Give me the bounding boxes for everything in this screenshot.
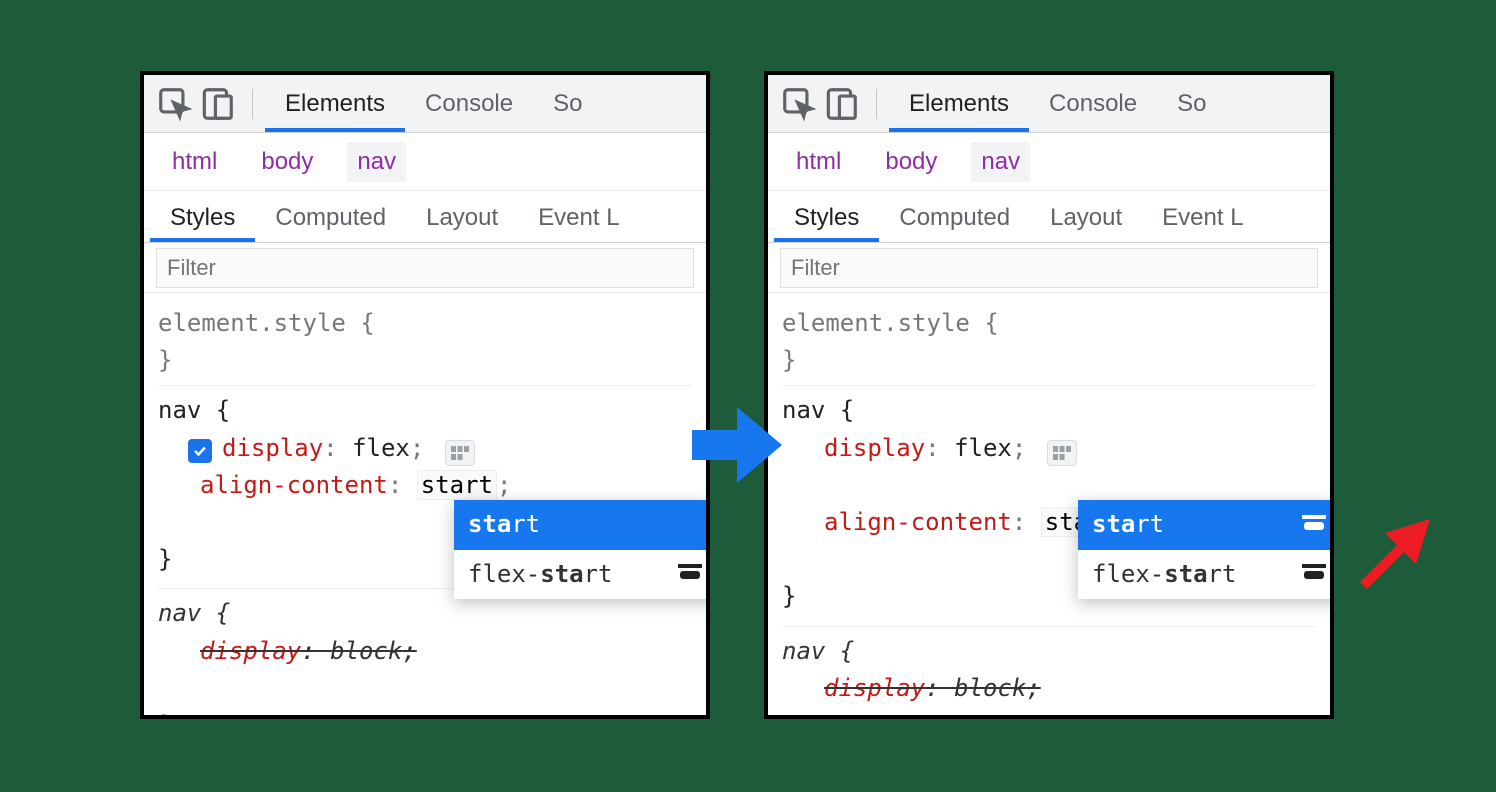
subtab-computed[interactable]: Computed <box>255 194 406 242</box>
nav-override-selector: nav { <box>782 637 854 665</box>
close-brace-override: } <box>158 711 172 719</box>
crumb-nav[interactable]: nav <box>971 142 1030 182</box>
tab-sources-partial[interactable]: So <box>533 76 602 132</box>
toolbar-divider <box>876 89 877 119</box>
dropdown-item-flex-start[interactable]: flex-start <box>454 550 710 599</box>
tab-console[interactable]: Console <box>1029 76 1157 132</box>
tab-elements[interactable]: Elements <box>265 76 405 132</box>
display-property[interactable]: display <box>222 434 323 462</box>
filter-row <box>144 243 706 293</box>
close-brace-nav: } <box>782 582 796 610</box>
subtab-styles[interactable]: Styles <box>150 194 255 242</box>
subtab-event-listeners[interactable]: Event L <box>518 194 639 242</box>
styles-subtabs: Styles Computed Layout Event L <box>144 191 706 243</box>
align-content-property[interactable]: align-content <box>200 471 388 499</box>
display-property[interactable]: display <box>824 434 925 462</box>
subtab-layout[interactable]: Layout <box>406 194 518 242</box>
autocomplete-dropdown: start flex-start <box>454 500 710 598</box>
override-display-value: block <box>954 674 1026 702</box>
devtools-panel-left: Elements Console So html body nav Styles… <box>140 71 710 719</box>
device-toggle-icon[interactable] <box>822 85 860 123</box>
element-style-selector: element.style { <box>158 309 375 337</box>
filter-row <box>768 243 1330 293</box>
nav-override-selector: nav { <box>158 599 230 627</box>
display-value[interactable]: flex <box>352 434 410 462</box>
arrow-callout-icon <box>1345 507 1435 597</box>
dropdown-item-start[interactable]: start <box>1078 500 1334 549</box>
display-value[interactable]: flex <box>954 434 1012 462</box>
arrow-right-icon <box>687 395 787 495</box>
element-style-selector: element.style { <box>782 309 999 337</box>
breadcrumb: html body nav <box>144 133 706 191</box>
close-brace-nav: } <box>158 545 172 573</box>
subtab-computed[interactable]: Computed <box>879 194 1030 242</box>
align-content-property[interactable]: align-content <box>824 508 1012 536</box>
override-display-property: display <box>200 637 301 665</box>
styles-rules: element.style { } nav { display: flex; a… <box>144 293 706 719</box>
align-start-icon <box>678 564 702 584</box>
filter-input[interactable] <box>156 248 694 288</box>
rule-nav-override[interactable]: nav { display: block; } <box>158 589 692 719</box>
inspect-icon[interactable] <box>780 85 818 123</box>
inspect-icon[interactable] <box>156 85 194 123</box>
breadcrumb: html body nav <box>768 133 1330 191</box>
align-start-icon <box>1302 515 1326 535</box>
property-checkbox[interactable] <box>188 439 212 463</box>
toolbar-divider <box>252 89 253 119</box>
autocomplete-dropdown: start flex-start <box>1078 500 1334 598</box>
tab-elements[interactable]: Elements <box>889 76 1029 132</box>
tab-console[interactable]: Console <box>405 76 533 132</box>
close-brace: } <box>158 346 172 374</box>
close-brace: } <box>782 346 796 374</box>
dropdown-item-start[interactable]: start <box>454 500 710 549</box>
crumb-body[interactable]: body <box>875 142 947 182</box>
align-content-value[interactable]: start <box>417 470 497 500</box>
rule-nav-override[interactable]: nav { display: block; } <box>782 627 1316 720</box>
flex-editor-icon[interactable] <box>445 440 475 466</box>
rule-nav[interactable]: nav { display: flex; align-content: star… <box>158 386 692 589</box>
devtools-toolbar: Elements Console So <box>144 75 706 133</box>
crumb-body[interactable]: body <box>251 142 323 182</box>
align-start-icon <box>1302 564 1326 584</box>
override-display-property: display <box>824 674 925 702</box>
devtools-toolbar: Elements Console So <box>768 75 1330 133</box>
nav-selector: nav { <box>158 396 230 424</box>
override-display-value: block <box>330 637 402 665</box>
devtools-panel-right: Elements Console So html body nav Styles… <box>764 71 1334 719</box>
rule-nav[interactable]: nav { display: flex; align-content: star… <box>782 386 1316 626</box>
filter-input[interactable] <box>780 248 1318 288</box>
nav-selector: nav { <box>782 396 854 424</box>
subtab-layout[interactable]: Layout <box>1030 194 1142 242</box>
dropdown-item-flex-start[interactable]: flex-start <box>1078 550 1334 599</box>
flex-editor-icon[interactable] <box>1047 440 1077 466</box>
rule-element-style[interactable]: element.style { } <box>158 299 692 386</box>
tab-sources-partial[interactable]: So <box>1157 76 1226 132</box>
crumb-nav[interactable]: nav <box>347 142 406 182</box>
crumb-html[interactable]: html <box>786 142 851 182</box>
styles-subtabs: Styles Computed Layout Event L <box>768 191 1330 243</box>
rule-element-style[interactable]: element.style { } <box>782 299 1316 386</box>
crumb-html[interactable]: html <box>162 142 227 182</box>
subtab-styles[interactable]: Styles <box>774 194 879 242</box>
styles-rules: element.style { } nav { display: flex; a… <box>768 293 1330 719</box>
subtab-event-listeners[interactable]: Event L <box>1142 194 1263 242</box>
device-toggle-icon[interactable] <box>198 85 236 123</box>
